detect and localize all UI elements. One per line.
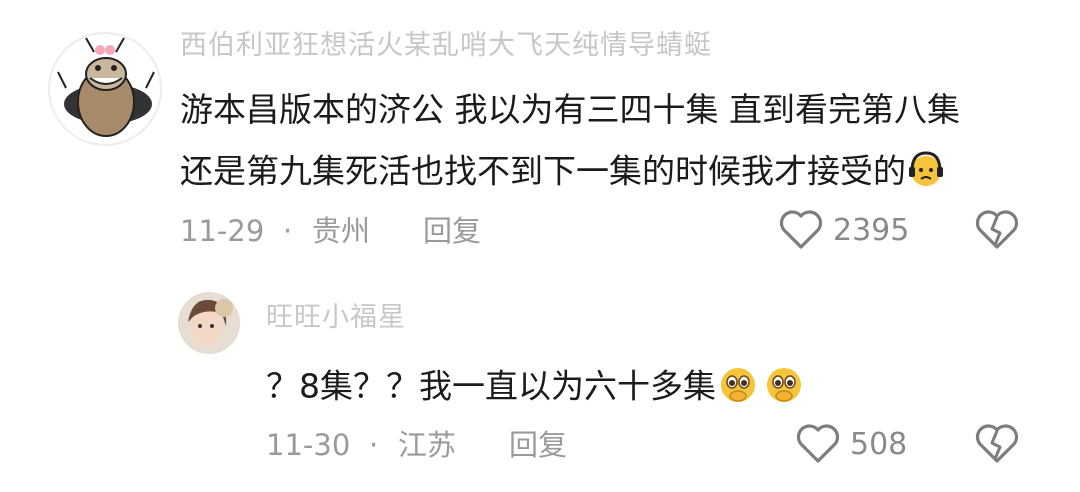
username[interactable]: 旺旺小福星 <box>266 302 406 332</box>
broken-heart-icon <box>975 210 1019 249</box>
comment-text-line: 游本昌版本的济公 我以为有三四十集 直到看完第八集 <box>180 90 960 129</box>
comment-location: 贵州 <box>312 214 371 248</box>
dislike-button[interactable] <box>974 207 1020 257</box>
username[interactable]: 西伯利亚狂想活火某乱哨大飞天纯情导蜻蜓 <box>180 30 712 60</box>
dislike-button[interactable] <box>974 421 1020 471</box>
girl-photo-avatar-icon <box>178 292 240 354</box>
sad-with-headphones-emoji <box>906 149 946 197</box>
avatar[interactable] <box>48 32 162 146</box>
like-button[interactable] <box>795 421 841 471</box>
comment-text: 还是第九集死活也找不到下一集的时候我才接受的 <box>180 151 906 191</box>
comment-location: 江苏 <box>398 428 457 462</box>
reply-button[interactable]: 回复 <box>423 214 481 248</box>
pleading-face-emoji <box>716 364 762 412</box>
cockroach-avatar-icon <box>57 37 155 137</box>
reply-button[interactable]: 回复 <box>509 428 567 462</box>
like-button[interactable] <box>778 207 824 257</box>
comment-text-line: 还是第九集死活也找不到下一集的时候我才接受的 <box>180 149 946 197</box>
comment-text-line: ？8集？？我一直以为六十多集 <box>266 364 808 412</box>
comment-date: 11-29 <box>180 214 265 248</box>
pleading-face-emoji <box>762 364 808 412</box>
separator-dot: · <box>369 428 379 462</box>
like-count: 508 <box>850 427 908 462</box>
broken-heart-icon <box>975 424 1019 463</box>
comment-text: ？8集？？我一直以为六十多集 <box>266 366 716 406</box>
heart-outline-icon <box>796 424 840 463</box>
avatar[interactable] <box>178 292 240 354</box>
comment-date: 11-30 <box>266 428 351 462</box>
heart-outline-icon <box>779 210 823 249</box>
like-count: 2395 <box>833 213 910 248</box>
separator-dot: · <box>283 214 293 248</box>
